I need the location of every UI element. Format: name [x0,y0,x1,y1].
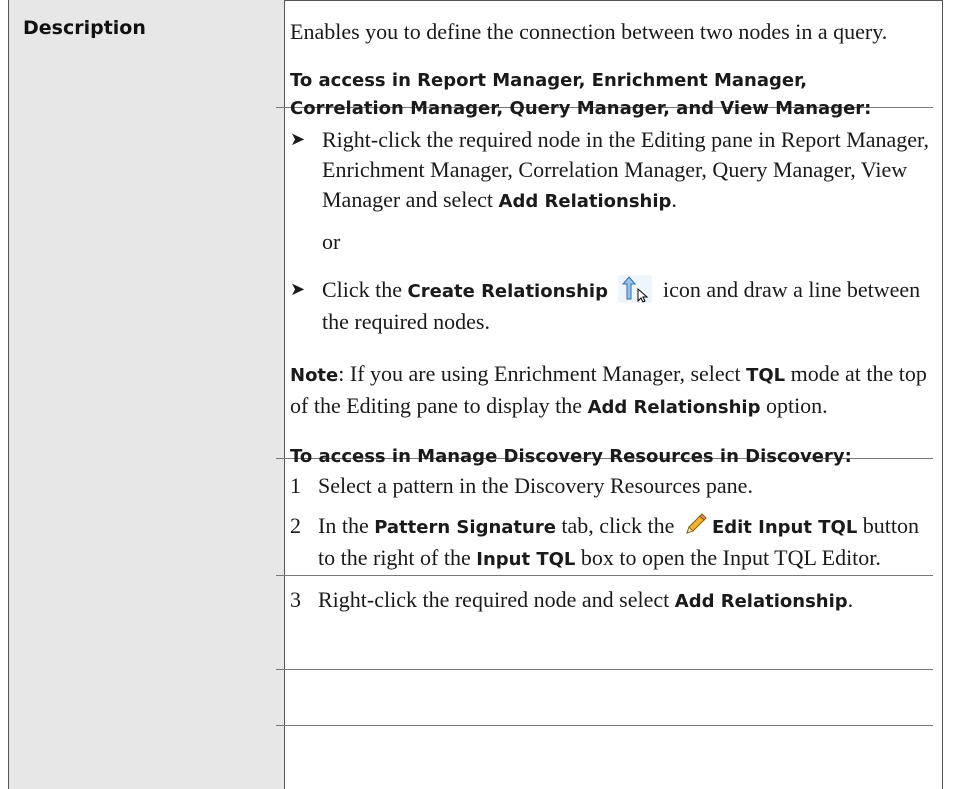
header-label: Description [23,17,146,39]
pencil-icon [682,512,708,538]
list-item: 1 Select a pattern in the Discovery Reso… [290,473,753,498]
arrow-bullet-icon: ➤ [290,279,306,300]
or-text: or [322,229,341,254]
access-heading-managers: To access in Report Manager, Enrichment … [290,70,872,119]
add-relationship-label: Add Relationship [498,191,672,212]
list-item: ➤ Click the Create Relationship icon and… [290,275,921,334]
row-divider [276,725,933,726]
list-item: 3 Right-click the required node and sele… [290,587,854,612]
arrow-bullet-icon: ➤ [290,129,306,150]
header-cell: Description [9,0,284,789]
intro-text: Enables you to define the connection bet… [290,19,888,44]
create-relationship-label: Create Relationship [407,281,608,302]
note-paragraph: Note: If you are using Enrichment Manage… [290,361,927,418]
column-divider [284,0,285,789]
create-relationship-icon [617,275,652,303]
list-item: ➤ Right-click the required node in the E… [290,127,929,212]
list-item: 2 In the Pattern Signature tab, click th… [290,512,920,570]
access-heading-discovery: To access in Manage Discovery Resources … [290,446,852,467]
description-content: Enables you to define the connection bet… [290,17,930,617]
row-divider [276,669,933,670]
